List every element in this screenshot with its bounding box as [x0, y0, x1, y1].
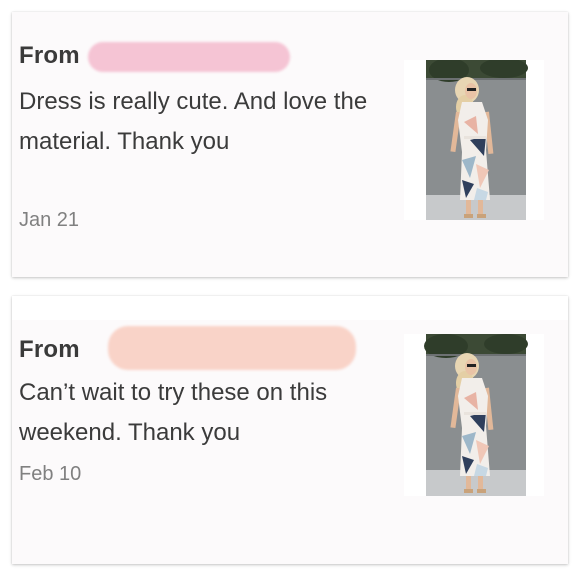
from-label: From: [19, 336, 80, 363]
screenshot-collage: From Dress is really cute. And love the …: [0, 0, 580, 580]
from-label: From: [19, 42, 80, 69]
review-content: From Dress is really cute. And love the …: [12, 12, 568, 277]
review-card[interactable]: From Can’t wait to try these on this wee…: [12, 296, 568, 564]
dress-photo-image: [424, 334, 528, 496]
redacted-username: [88, 42, 290, 72]
dress-photo-image: [426, 60, 528, 220]
dress-photo-icon[interactable]: [404, 60, 544, 220]
review-card[interactable]: From Dress is really cute. And love the …: [12, 12, 568, 277]
dress-photo-icon[interactable]: [404, 334, 544, 496]
review-content: From Can’t wait to try these on this wee…: [12, 296, 568, 564]
review-date: Feb 10: [19, 463, 82, 485]
review-message: Dress is really cute. And love the mater…: [19, 88, 368, 155]
review-message: Can’t wait to try these on this weekend.…: [19, 379, 328, 446]
redacted-username: [108, 326, 356, 370]
review-date: Jan 21: [19, 209, 80, 231]
